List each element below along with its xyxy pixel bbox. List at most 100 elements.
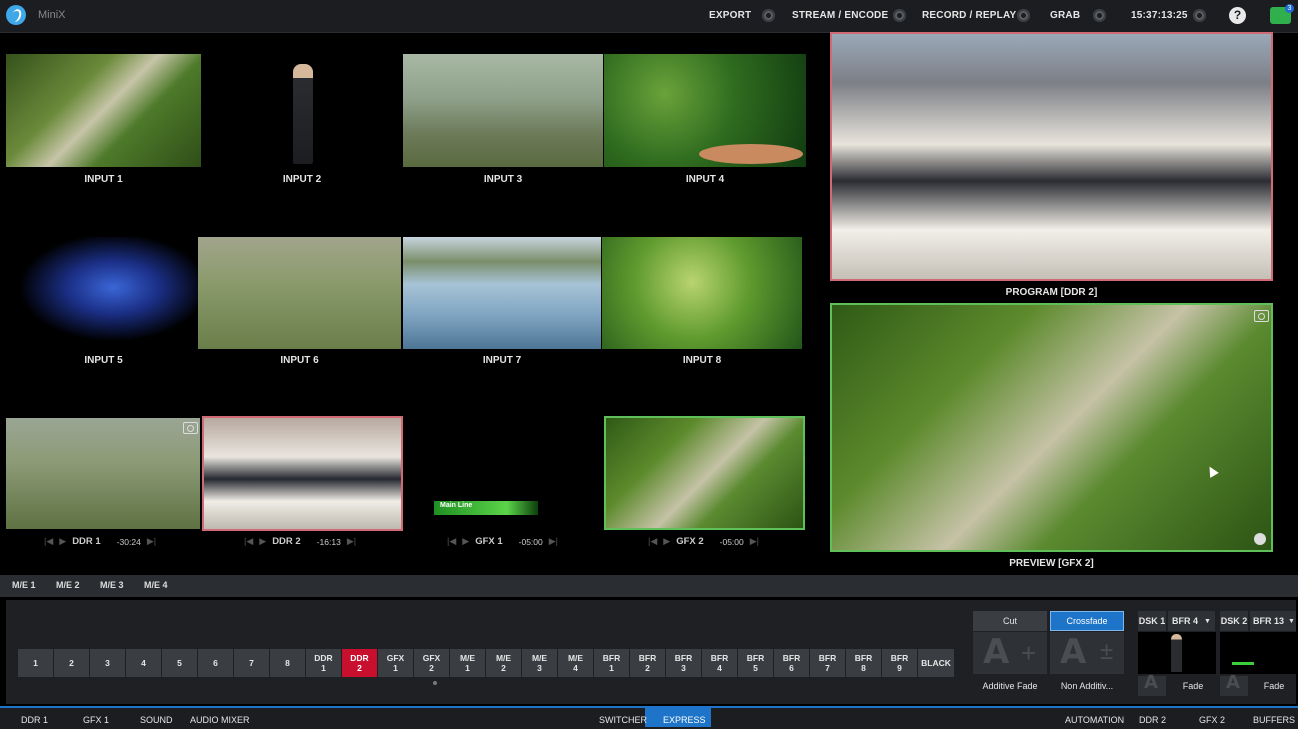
additive-fade-label[interactable]: Additive Fade [973,676,1047,696]
tab-gfx-1[interactable]: GFX 1 [83,715,109,725]
dsk-1-label: DSK 1 [1138,611,1166,631]
switcher-button-6[interactable]: 6 [198,649,233,677]
tab-audio-mixer[interactable]: AUDIO MIXER [190,715,250,725]
switcher-button-gfx-2[interactable]: GFX 2 [414,649,449,677]
tab-me-2[interactable]: M/E 2 [56,580,80,590]
dsk-2-source-dropdown[interactable]: BFR 13 ▼ [1250,611,1296,631]
preview-settings-gear-icon[interactable] [1254,533,1266,545]
preview-monitor[interactable] [832,305,1271,550]
switcher-button-black[interactable]: BLACK [918,649,954,677]
ddr-1-monitor[interactable] [6,418,200,529]
input-6-monitor[interactable] [198,237,401,349]
tab-ddr-1[interactable]: DDR 1 [21,715,48,725]
help-icon[interactable]: ? [1229,7,1246,24]
cut-button[interactable]: Cut [973,611,1047,631]
switcher-button-5[interactable]: 5 [162,649,197,677]
notification-count: 3 [1285,4,1294,13]
ddr-2-play-icon[interactable]: ▶ [259,536,266,547]
gfx-1-prev-icon[interactable]: |◀ [447,536,456,547]
tab-buffers[interactable]: BUFFERS [1253,715,1295,725]
tab-express[interactable]: EXPRESS [663,715,706,725]
dsk-2-source-value: BFR 13 [1253,616,1285,626]
switcher-button-8[interactable]: 8 [270,649,305,677]
grab-settings-gear-icon[interactable] [1093,9,1106,22]
clock-settings-gear-icon[interactable] [1193,9,1206,22]
non-additive-plusminus-icon: ± [1100,638,1114,665]
export-menu[interactable]: EXPORT [709,10,751,21]
record-replay-menu[interactable]: RECORD / REPLAY [922,10,1016,21]
non-additive-label[interactable]: Non Additiv... [1050,676,1124,696]
switcher-button-bfr-2[interactable]: BFR 2 [630,649,665,677]
switcher-button-1[interactable]: 1 [18,649,53,677]
switcher-button-7[interactable]: 7 [234,649,269,677]
switcher-button-bfr-3[interactable]: BFR 3 [666,649,701,677]
input-3-monitor[interactable] [403,54,603,167]
switcher-button-me-4[interactable]: M/E 4 [558,649,593,677]
dsk-1-source-dropdown[interactable]: BFR 4 ▼ [1168,611,1215,631]
switcher-button-bfr-9[interactable]: BFR 9 [882,649,917,677]
switcher-button-bfr-5[interactable]: BFR 5 [738,649,773,677]
input-8-monitor[interactable] [602,237,802,349]
input-5-monitor[interactable] [6,237,201,349]
tab-me-1[interactable]: M/E 1 [12,580,36,590]
chevron-down-icon: ▼ [1204,617,1211,625]
tab-gfx-2[interactable]: GFX 2 [1199,715,1225,725]
gfx-1-next-icon[interactable]: ▶| [549,536,558,547]
switcher-button-bfr-1[interactable]: BFR 1 [594,649,629,677]
ddr-1-prev-icon[interactable]: |◀ [44,536,53,547]
ddr-1-next-icon[interactable]: ▶| [147,536,156,547]
ddr-1-play-icon[interactable]: ▶ [59,536,66,547]
switcher-button-me-1[interactable]: M/E 1 [450,649,485,677]
tab-sound[interactable]: SOUND [140,715,173,725]
tab-me-3[interactable]: M/E 3 [100,580,124,590]
gfx-2-prev-icon[interactable]: |◀ [648,536,657,547]
ddr-2-prev-icon[interactable]: |◀ [244,536,253,547]
switcher-button-me-2[interactable]: M/E 2 [486,649,521,677]
gfx-1-play-icon[interactable]: ▶ [462,536,469,547]
grab-menu[interactable]: GRAB [1050,10,1080,21]
tab-automation[interactable]: AUTOMATION [1065,715,1124,725]
stream-encode-menu[interactable]: STREAM / ENCODE [792,10,888,21]
dsk-1-take-button[interactable]: A [1138,672,1166,696]
dsk-1-preview [1138,632,1216,674]
ddr-2-monitor[interactable] [204,418,401,529]
switcher-button-ddr-2[interactable]: DDR 2 [342,649,377,677]
ddr-1-snapshot-camera-icon[interactable] [183,422,198,434]
tab-switcher[interactable]: SWITCHER [599,715,647,725]
switcher-button-gfx-1[interactable]: GFX 1 [378,649,413,677]
gfx-2-monitor[interactable] [606,418,803,528]
input-2-monitor[interactable] [204,54,400,167]
preview-snapshot-camera-icon[interactable] [1254,310,1269,322]
non-additive-preview[interactable]: A ± [1050,632,1124,674]
additive-fade-preview[interactable]: A + [973,632,1047,674]
input-1-monitor[interactable] [6,54,201,167]
gfx-1-monitor[interactable]: Main Line [404,418,602,529]
gfx-2-next-icon[interactable]: ▶| [750,536,759,547]
gfx-2-play-icon[interactable]: ▶ [663,536,670,547]
switcher-button-bfr-4[interactable]: BFR 4 [702,649,737,677]
dsk-1-presenter-thumb [1171,634,1182,672]
switcher-button-me-3[interactable]: M/E 3 [522,649,557,677]
dsk-2-take-button[interactable]: A [1220,672,1248,696]
switcher-button-4[interactable]: 4 [126,649,161,677]
switcher-button-ddr-1[interactable]: DDR 1 [306,649,341,677]
ddr-2-next-icon[interactable]: ▶| [347,536,356,547]
dsk-2-fade-button[interactable]: Fade [1252,676,1296,696]
switcher-button-bfr-6[interactable]: BFR 6 [774,649,809,677]
input-7-monitor[interactable] [403,237,601,349]
dsk-1-fade-button[interactable]: Fade [1170,676,1216,696]
tab-me-4[interactable]: M/E 4 [144,580,168,590]
program-monitor[interactable] [832,34,1271,279]
switcher-button-2[interactable]: 2 [54,649,89,677]
input-4-monitor[interactable] [604,54,806,167]
switcher-button-3[interactable]: 3 [90,649,125,677]
input-1-label: INPUT 1 [84,174,123,185]
switcher-button-bfr-7[interactable]: BFR 7 [810,649,845,677]
notification-icon[interactable]: 3 [1270,4,1294,24]
stream-settings-gear-icon[interactable] [893,9,906,22]
crossfade-button[interactable]: Crossfade [1050,611,1124,631]
export-settings-gear-icon[interactable] [762,9,775,22]
switcher-button-bfr-8[interactable]: BFR 8 [846,649,881,677]
tab-ddr-2[interactable]: DDR 2 [1139,715,1166,725]
record-settings-gear-icon[interactable] [1017,9,1030,22]
